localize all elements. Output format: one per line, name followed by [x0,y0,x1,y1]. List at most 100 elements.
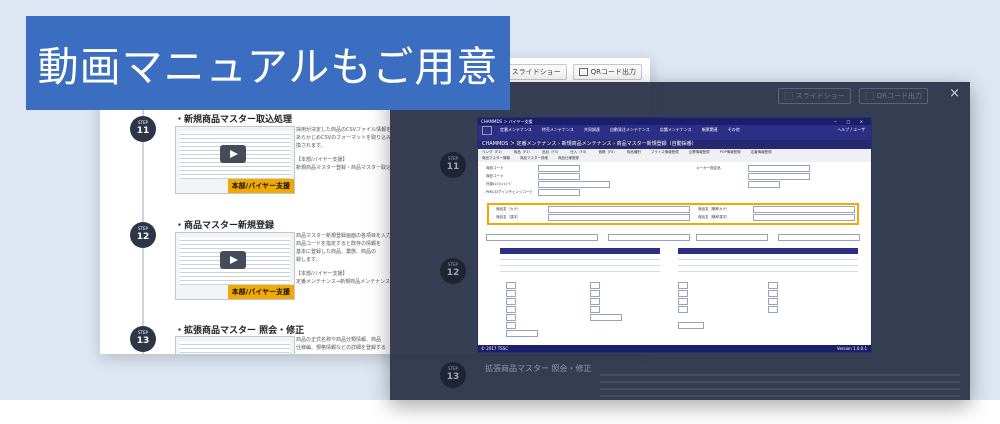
app-title: CHAMMDS ＞ バイヤー支援 [481,119,533,124]
product-code-input-2[interactable] [538,173,580,180]
function-tab[interactable]: 企業情報登録 [689,149,710,155]
step-number: 11 [136,126,150,136]
app-window: CHAMMDS ＞ バイヤー支援 － □ × 定番メンテナンス 特売メンテナンス … [477,117,872,353]
qrcode-icon [578,68,588,76]
function-tab[interactable]: 定番情報登録 [751,149,772,155]
category-input[interactable] [486,234,598,241]
thumbnail-screen [180,341,290,354]
close-icon[interactable]: × [949,86,960,101]
field-label: 商品コード [486,174,504,178]
menu-item[interactable]: 共同調達 [584,125,600,134]
sub-tab[interactable]: 商品マスター情報 [482,155,510,162]
maker-input-2[interactable] [748,173,810,180]
attribute-input[interactable] [678,322,704,329]
screen-title: CHAMMDS ＞ 定番メンテナンス › 新規商品メンテナンス › 商品マスター… [478,140,871,149]
attribute-input[interactable] [768,306,778,313]
attribute-input[interactable] [590,306,600,313]
attribute-input[interactable] [590,290,600,297]
video-thumbnail[interactable]: 本部/バイヤー支援 [175,126,295,194]
headline-text: 動画マニュアルもご用意 [37,43,499,91]
step-marker-12: STEP 12 [130,222,156,248]
grid-row [500,255,660,260]
qrcode-icon [864,92,874,100]
menu-toggle-icon[interactable] [482,126,492,135]
menu-item[interactable]: 店舗メンテナンス [660,125,692,134]
attribute-input[interactable] [506,290,516,297]
step-label: STEP [138,330,148,335]
attribute-input[interactable] [506,306,516,313]
grid-row [678,267,858,272]
grid-row [500,261,660,266]
tax-input[interactable] [778,234,860,241]
external-code-input[interactable] [538,181,610,188]
grid-row [678,261,858,266]
video-thumbnail[interactable]: 本部/バイヤー支援 [175,232,295,300]
attribute-input[interactable] [590,314,622,321]
attribute-input[interactable] [768,290,778,297]
sub-tab[interactable]: 商品仕様登録 [558,155,579,162]
attribute-input[interactable] [768,282,778,289]
help-menu[interactable]: ヘルプ / ユーザ [837,125,865,134]
step-number: 13 [136,336,150,346]
step-label: STEP [448,366,458,371]
app-statusbar: © 2017 TSSC Version 1.0.0.1 [478,345,871,352]
ghost-step-title: 拡張商品マスター 照会・修正 [485,364,592,373]
function-tab[interactable]: プライス情報登録 [651,149,679,155]
maker-input[interactable] [748,165,810,172]
play-icon[interactable] [220,251,246,269]
attribute-input[interactable] [590,298,600,305]
function-tab[interactable]: 価格（F5） [599,149,617,155]
menu-item[interactable]: 帳票関連 [702,125,718,134]
qrcode-label: QRコード出力 [876,92,922,100]
qrcode-button[interactable]: QRコード出力 [858,88,928,104]
function-tab[interactable]: POP情報登録 [720,149,741,155]
pms-code-input[interactable] [538,189,580,196]
qrcode-button[interactable]: QRコード出力 [572,64,642,80]
attribute-input[interactable] [768,298,778,305]
attribute-input[interactable] [506,282,516,289]
attribute-input[interactable] [678,290,688,297]
attribute-input[interactable] [678,298,688,305]
step-label: STEP [448,156,458,161]
attribute-input[interactable] [678,282,688,289]
ghost-description [600,374,960,398]
field-label: 商品コード [486,166,504,170]
window-controls[interactable]: － □ × [833,118,867,125]
copyright-text: © 2017 TSSC [481,346,509,351]
step-marker-11: STEP 11 [130,116,156,142]
step-number: 13 [446,372,460,382]
app-titlebar: CHAMMDS ＞ バイヤー支援 － □ × [478,118,871,125]
category-badge: 本部/バイヤー支援 [227,179,294,193]
grid-header [678,248,858,254]
step-marker-11: STEP 11 [440,152,466,178]
step-title: ・新規商品マスター取込処理 [175,115,293,125]
attribute-input[interactable] [590,282,600,289]
menu-item[interactable]: 定番メンテナンス [500,125,532,134]
sub-tab[interactable]: 商品マスター詳細 [520,155,548,162]
function-tab[interactable]: 商品種別 [627,149,641,155]
attribute-input[interactable] [678,306,688,313]
attribute-input[interactable] [506,298,516,305]
order-input[interactable] [608,234,690,241]
maker-input-3[interactable] [748,181,780,188]
grid-row [500,267,660,272]
unit-input[interactable] [696,234,768,241]
registration-form: 商品コード 商品コード 外部ﾎｽﾄﾌｫﾝﾄｺｰﾄﾞ PMS/ログインチェンジコー… [478,162,871,345]
step-number: 12 [446,268,460,278]
product-code-input[interactable] [538,165,580,172]
app-menubar: 定番メンテナンス 特売メンテナンス 共同調達 自動発注メンテナンス 店舗メンテナ… [478,125,871,135]
play-icon[interactable] [220,145,246,163]
attribute-input[interactable] [506,330,538,337]
menu-item[interactable]: 自動発注メンテナンス [610,125,650,134]
attribute-input[interactable] [506,322,516,329]
slideshow-button[interactable]: スライドショー [777,88,851,104]
field-label: PMS/ログインチェンジコード [486,190,534,194]
video-thumbnail[interactable] [175,336,295,354]
menu-item[interactable]: 特売メンテナンス [542,125,574,134]
menu-item[interactable]: その他 [728,125,740,134]
attribute-input[interactable] [506,314,516,321]
highlight-frame [487,203,859,225]
field-label: メーカー指定品 [696,166,721,170]
step-marker-13: STEP 13 [440,362,466,388]
step-label: STEP [138,120,148,125]
